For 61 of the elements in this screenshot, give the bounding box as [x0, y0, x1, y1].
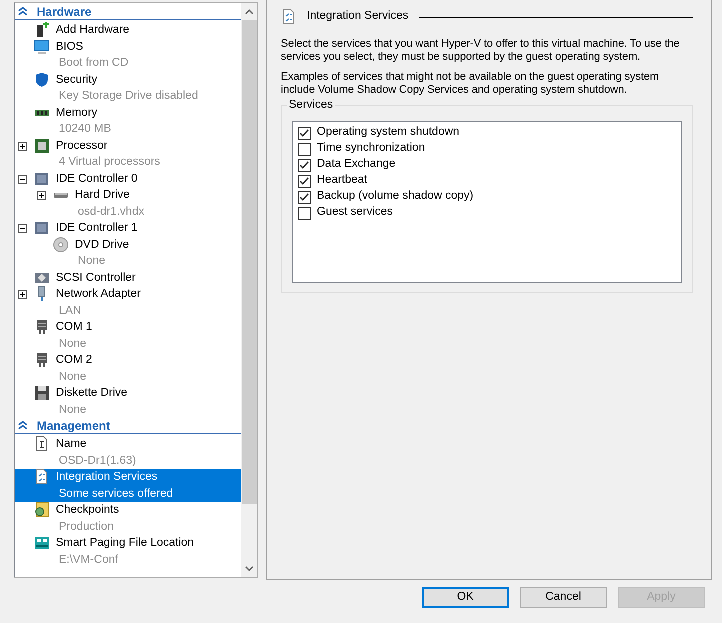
- text-document-icon: [34, 436, 50, 452]
- tree-item[interactable]: Integration Services Some services offered: [15, 469, 241, 502]
- tree-item[interactable]: Name OSD-Dr1(1.63): [15, 436, 241, 469]
- tree-item[interactable]: Network Adapter LAN: [15, 286, 241, 319]
- description-text: Select the services that you want Hyper-V to offer to this virtual machine. To use the services you select, they must be supported by the guest operating system.: [281, 38, 681, 64]
- checkbox-label: Heartbeat: [317, 173, 368, 188]
- checkbox[interactable]: [298, 190, 311, 204]
- section-title: Integration Services: [307, 9, 409, 24]
- add-hardware-icon: [34, 22, 50, 38]
- section-header[interactable]: Hardware: [15, 4, 241, 20]
- expand-icon[interactable]: [36, 191, 47, 200]
- disc-icon: [53, 236, 69, 252]
- tree-item[interactable]: SCSI Controller: [15, 270, 241, 286]
- checkbox-label: Operating system shutdown: [317, 125, 460, 140]
- shield-icon: [34, 72, 50, 88]
- tree-item[interactable]: COM 2 None: [15, 352, 241, 385]
- collapse-icon[interactable]: [17, 174, 28, 184]
- dialog-button[interactable]: OK: [422, 587, 509, 608]
- tree-item[interactable]: Diskette Drive None: [15, 385, 241, 418]
- controller-icon: [34, 220, 50, 236]
- checkbox[interactable]: [298, 126, 311, 140]
- tree-item[interactable]: BIOS Boot from CD: [15, 38, 241, 72]
- scroll-down-icon[interactable]: [244, 566, 254, 572]
- checkbox[interactable]: [298, 158, 311, 172]
- tree-item[interactable]: Security Key Storage Drive disabled: [15, 72, 241, 104]
- checkbox-label: Data Exchange: [317, 157, 396, 172]
- scrollbar-thumb[interactable]: [242, 20, 256, 504]
- tree-item[interactable]: IDE Controller 1: [15, 220, 241, 236]
- paging-file-icon: [34, 535, 50, 551]
- description-text: Examples of services that might not be available on the guest operating system include Volume Shadow Copy Services and operating system shutdown.: [281, 71, 660, 97]
- checkbox-label: Time synchronization: [317, 141, 426, 156]
- serial-port-icon: [34, 319, 50, 335]
- expand-icon[interactable]: [17, 290, 28, 299]
- tree-item[interactable]: Processor 4 Virtual processors: [15, 138, 241, 170]
- expand-icon[interactable]: [17, 142, 28, 150]
- tree-item[interactable]: Add Hardware: [15, 22, 241, 38]
- checkbox[interactable]: [298, 206, 311, 220]
- serial-port-icon: [34, 352, 50, 368]
- processor-chip-icon: [34, 138, 50, 154]
- tree-item[interactable]: IDE Controller 0: [15, 170, 241, 187]
- tree-item[interactable]: COM 1 None: [15, 319, 241, 352]
- section-header[interactable]: Management: [15, 418, 241, 434]
- tree-item[interactable]: Memory 10240 MB: [15, 104, 241, 138]
- collapse-icon[interactable]: [17, 224, 28, 233]
- checkbox[interactable]: [298, 174, 311, 188]
- tree-item[interactable]: Smart Paging File Location E:\VM-Conf: [15, 535, 241, 568]
- tree-item[interactable]: Checkpoints Production: [15, 502, 241, 535]
- checkbox-label: Backup (volume shadow copy): [317, 189, 474, 204]
- monitor-icon: [34, 38, 50, 54]
- checklist-document-icon: [34, 469, 50, 485]
- tree-item[interactable]: Hard Drive osd-dr1.vhdx: [15, 187, 241, 220]
- checkbox[interactable]: [298, 142, 311, 156]
- checklist-document-icon: [281, 9, 297, 25]
- collapse-chevron-icon[interactable]: [18, 7, 28, 16]
- controller-icon: [34, 170, 50, 186]
- checkbox-label: Guest services: [317, 205, 394, 220]
- checkpoint-folder-icon: [34, 502, 50, 518]
- tree-item[interactable]: DVD Drive None: [15, 236, 241, 270]
- dialog-button[interactable]: Cancel: [520, 587, 607, 608]
- collapse-chevron-icon[interactable]: [18, 421, 28, 430]
- scroll-up-icon[interactable]: [244, 8, 254, 14]
